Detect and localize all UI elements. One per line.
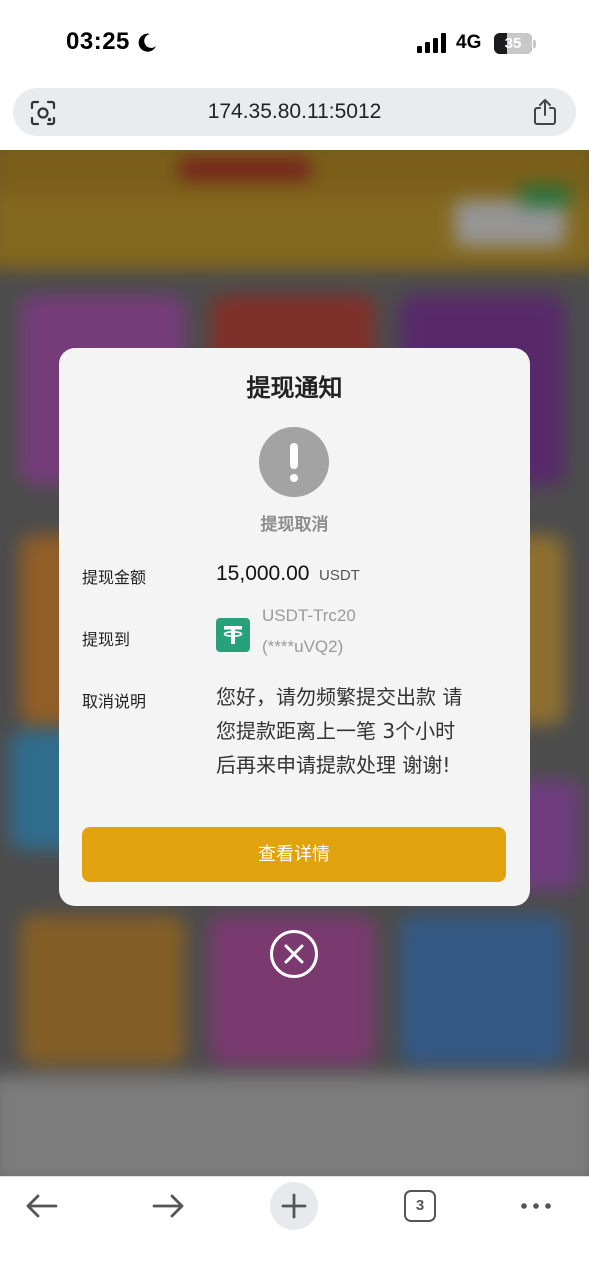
plus-icon[interactable] <box>270 1182 318 1230</box>
signal-icon <box>417 33 446 53</box>
alert-icon-bar <box>290 443 298 469</box>
battery-label: 35 <box>504 35 522 52</box>
status-caption: 提现取消 <box>260 515 329 535</box>
share-icon[interactable] <box>532 98 558 126</box>
alert-icon <box>259 427 329 497</box>
note-label: 取消说明 <box>82 692 147 711</box>
moon-icon <box>138 33 156 52</box>
battery-nub <box>533 40 536 48</box>
network-label: 4G <box>456 32 482 53</box>
account-number: (****uVQ2) <box>262 637 344 656</box>
cancel-note-line: 您提款距离上一笔 3个小时 <box>216 719 456 743</box>
close-icon[interactable] <box>283 943 305 965</box>
browser-toolbar: 3 <box>0 1176 589 1280</box>
amount-value: 15,000.00 <box>216 562 310 585</box>
withdrawal-notice-dialog: 提现通知 提现取消 提现金额 15,000.00 USDT 提现到 USDT-T… <box>59 348 530 906</box>
cancel-note: 您好，请勿频繁提交出款 请 您提款距离上一笔 3个小时 后再来申请提款处理 谢谢… <box>216 680 506 782</box>
cancel-note-line: 您好，请勿频繁提交出款 请 <box>216 685 463 709</box>
alert-icon-dot <box>290 474 298 482</box>
status-time: 03:25 <box>66 28 130 55</box>
dialog-title: 提现通知 <box>246 374 343 402</box>
amount-label: 提现金额 <box>82 568 147 587</box>
back-arrow-icon[interactable] <box>22 1189 62 1223</box>
usdt-icon <box>216 618 250 652</box>
close-dialog-button[interactable] <box>270 930 318 978</box>
address-bar[interactable]: 174.35.80.11:5012 <box>13 88 576 136</box>
tabs-icon[interactable]: 3 <box>404 1190 436 1222</box>
amount-unit: USDT <box>319 567 360 584</box>
battery-icon: 35 <box>494 33 532 54</box>
view-details-button[interactable]: 查看详情 <box>82 827 506 882</box>
forward-arrow-icon[interactable] <box>148 1189 188 1223</box>
account-name: USDT-Trc20 <box>262 606 356 625</box>
url-text[interactable]: 174.35.80.11:5012 <box>13 88 576 136</box>
destination-label: 提现到 <box>82 630 131 649</box>
new-tab-button[interactable] <box>270 1182 318 1230</box>
more-icon[interactable] <box>516 1189 556 1223</box>
status-bar: 03:25 4G 35 <box>0 0 589 86</box>
cancel-note-line: 后再来申请提款处理 谢谢! <box>216 753 451 777</box>
